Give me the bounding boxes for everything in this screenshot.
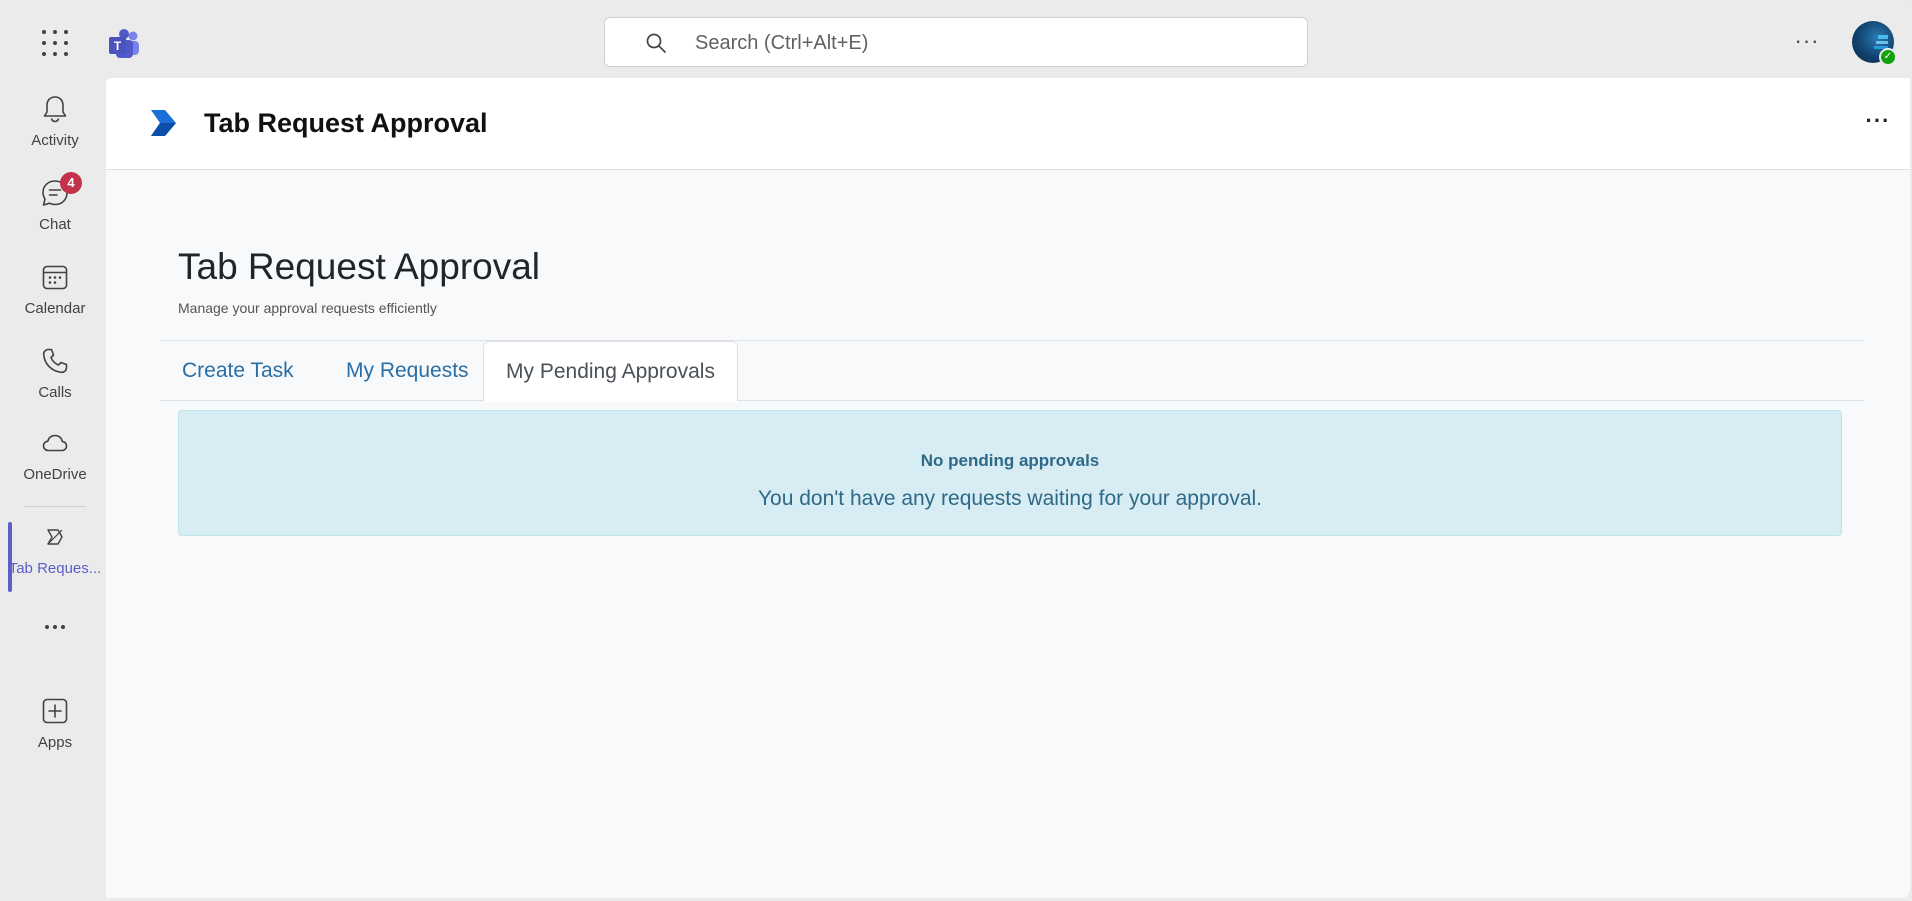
app-logo-icon: [148, 108, 178, 138]
app-launcher-icon[interactable]: [42, 30, 68, 56]
search-input[interactable]: Search (Ctrl+Alt+E): [695, 32, 868, 55]
rail-item-label: Chat: [39, 216, 71, 233]
rail-item-chat[interactable]: 4 Chat: [4, 172, 106, 244]
app-header-title: Tab Request Approval: [204, 108, 488, 138]
app-icon: [40, 522, 70, 552]
rail-item-label: Calendar: [24, 300, 86, 317]
rail-item-calls[interactable]: Calls: [4, 340, 106, 412]
search-bar[interactable]: Search (Ctrl+Alt+E): [604, 17, 1308, 67]
phone-icon: [40, 346, 70, 376]
available-status-icon: ✓: [1879, 48, 1897, 66]
rail-divider: [24, 506, 86, 507]
svg-text:T: T: [114, 39, 122, 53]
rail-item-tab-request-approval[interactable]: Tab Reques...: [4, 516, 106, 592]
tab-bar: Create Task My Requests My Pending Appro…: [160, 341, 1864, 402]
teams-logo-icon: T: [107, 28, 141, 60]
more-options-icon[interactable]: ···: [1790, 28, 1824, 56]
main-content: Tab Request Approval ··· Tab Request App…: [106, 78, 1910, 898]
rail-item-label: Apps: [37, 734, 73, 751]
rail-item-activity[interactable]: Activity: [4, 88, 106, 160]
page-title: Tab Request Approval: [178, 246, 541, 287]
rail-item-apps[interactable]: Apps: [4, 690, 106, 762]
page-subtitle: Manage your approval requests efficientl…: [178, 300, 437, 316]
tab-create-task[interactable]: Create Task: [160, 341, 316, 402]
calendar-icon: [40, 262, 70, 292]
active-indicator: [8, 522, 12, 592]
rail-item-label: Tab Reques...: [8, 560, 102, 577]
teams-window: T Search (Ctrl+Alt+E) ··· ✓ Activity 4 C…: [4, 6, 1910, 898]
empty-state-alert: No pending approvals You don't have any …: [178, 410, 1842, 536]
bell-icon: [40, 94, 70, 124]
app-more-options-icon[interactable]: ···: [1862, 108, 1894, 136]
top-bar: T Search (Ctrl+Alt+E) ··· ✓: [4, 6, 1910, 78]
alert-message: You don't have any requests waiting for …: [757, 487, 1263, 510]
rail-more-apps[interactable]: [4, 608, 106, 648]
alert-title: No pending approvals: [920, 451, 1100, 470]
app-header: Tab Request Approval ···: [106, 78, 1910, 170]
avatar[interactable]: ✓: [1852, 21, 1897, 66]
add-app-icon: [40, 696, 70, 726]
rail-item-onedrive[interactable]: OneDrive: [4, 422, 106, 494]
rail-item-label: OneDrive: [23, 466, 87, 483]
more-icon: [40, 612, 70, 642]
rail-item-label: Activity: [31, 132, 79, 149]
tab-my-requests[interactable]: My Requests: [324, 341, 491, 402]
rail-item-label: Calls: [38, 384, 72, 401]
unread-badge: 4: [60, 172, 82, 194]
cloud-icon: [40, 428, 70, 458]
search-icon: [645, 32, 667, 54]
tab-my-pending-approvals[interactable]: My Pending Approvals: [483, 341, 738, 402]
rail-item-calendar[interactable]: Calendar: [4, 256, 106, 328]
app-rail: Activity 4 Chat Calendar Calls OneDrive …: [4, 78, 106, 898]
